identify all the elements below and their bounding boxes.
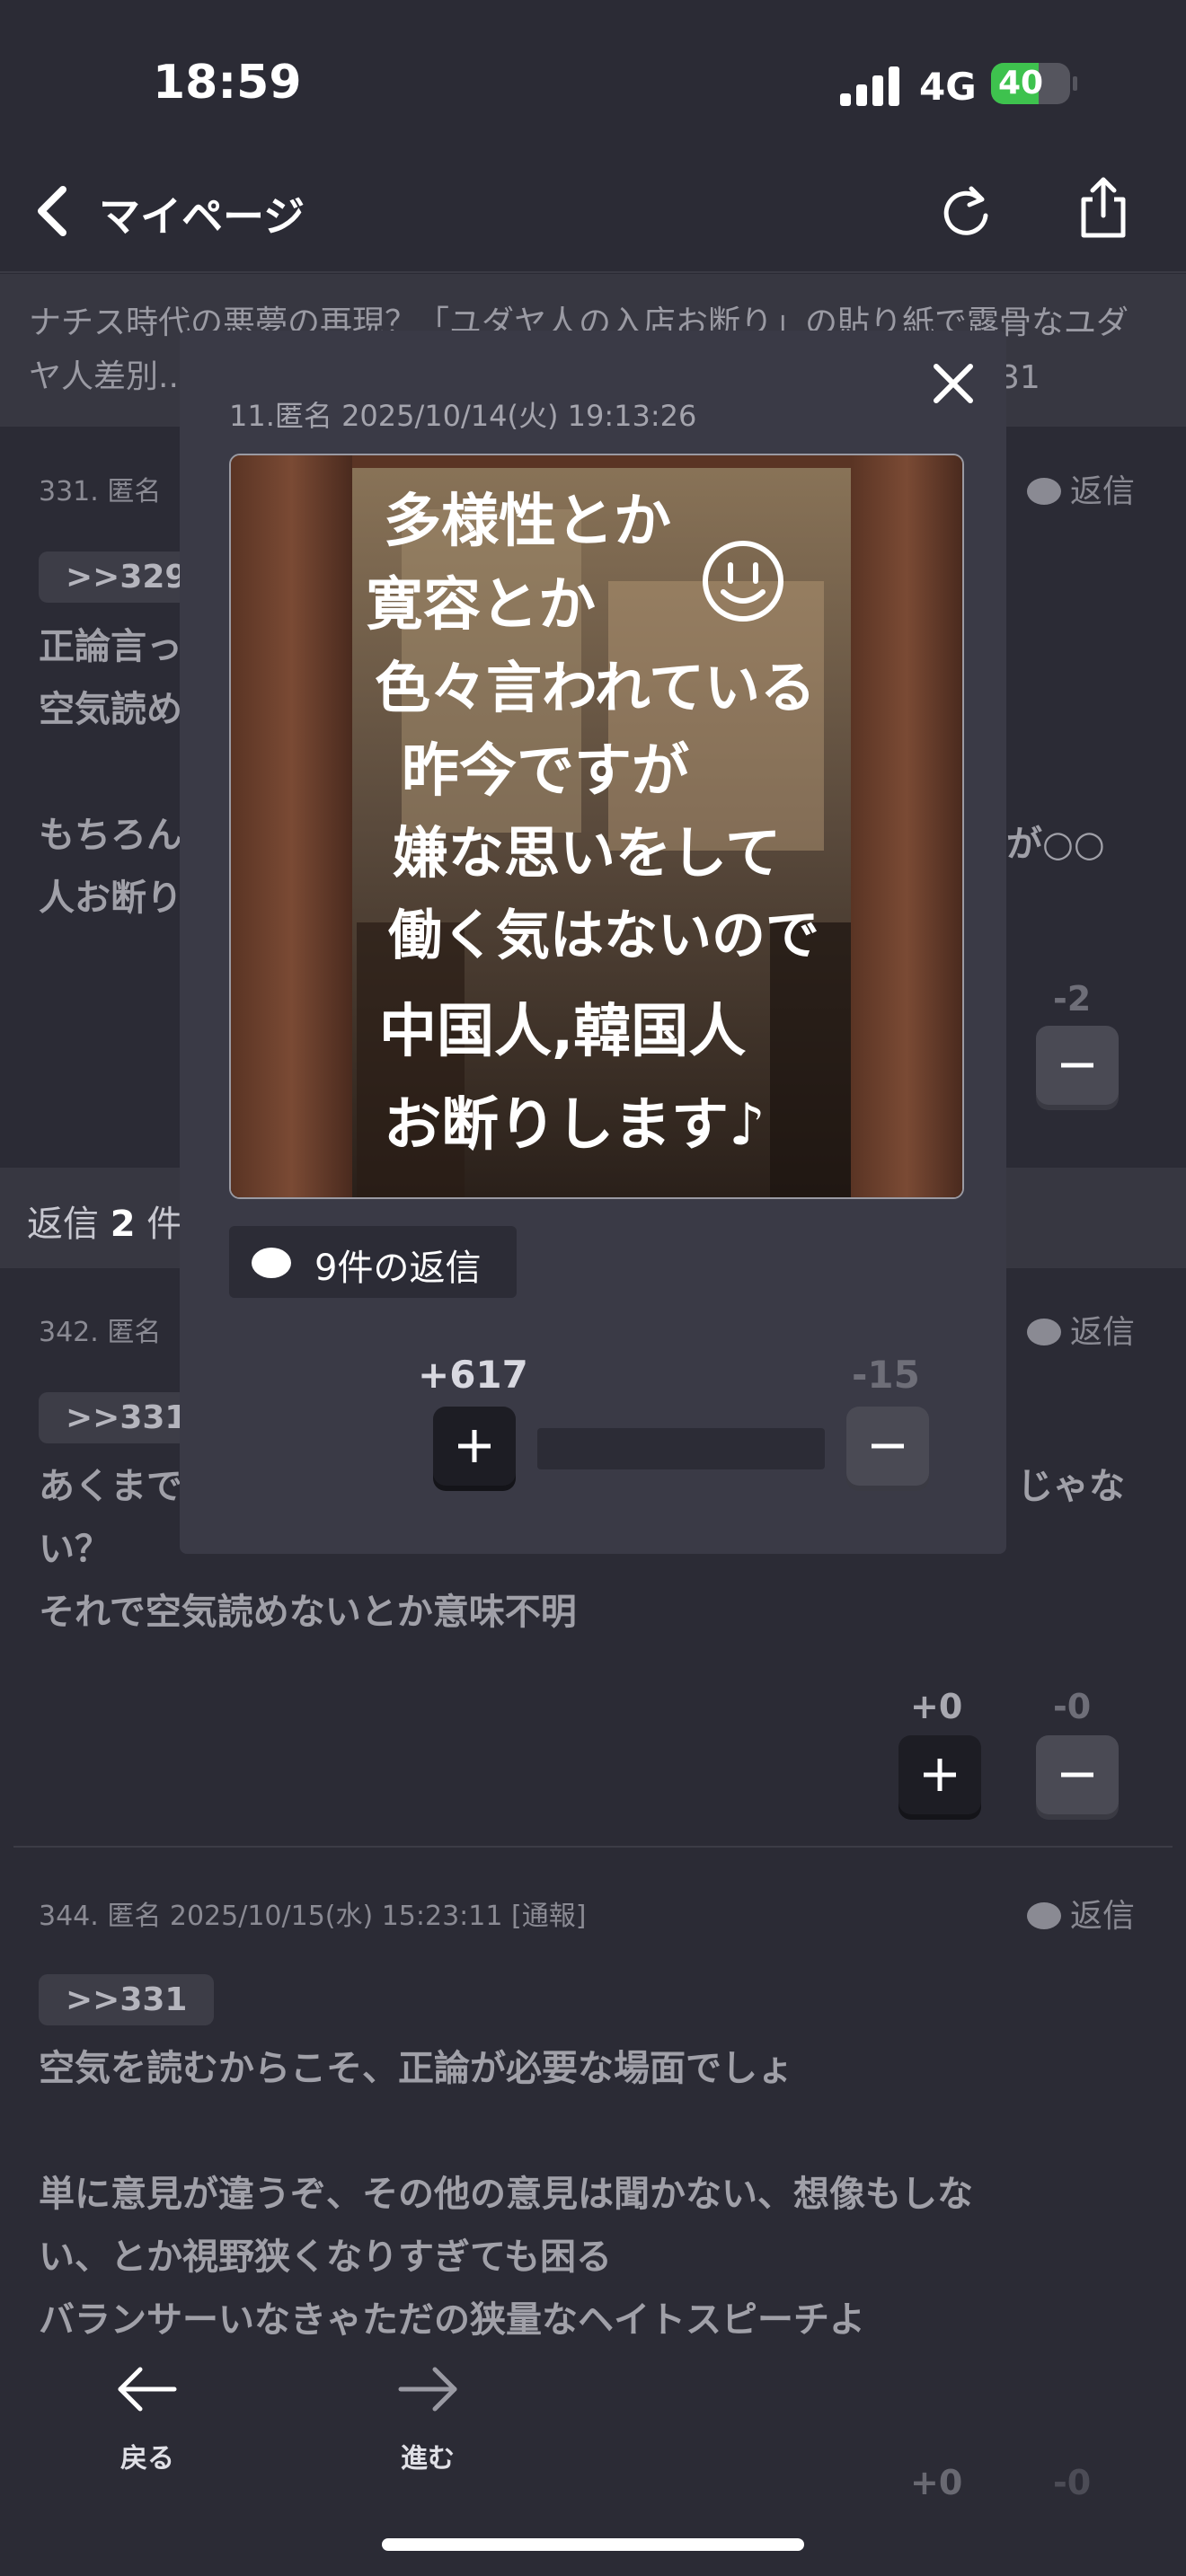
header-divider xyxy=(0,271,1186,273)
plus-vote-button[interactable] xyxy=(898,1735,981,1814)
modal-comment-meta: 11.匿名 2025/10/14(火) 19:13:26 xyxy=(229,399,697,433)
minus-score: -0 xyxy=(1053,2463,1092,2502)
sign-line: お断りします♪ xyxy=(384,1092,766,1159)
minus-vote-button[interactable] xyxy=(846,1407,929,1486)
comment-icon xyxy=(252,1248,291,1278)
minus-icon xyxy=(872,1443,904,1449)
attached-photo[interactable]: 多様性とか 寛容とか 色々言われている 昨今ですが 嫌な思いをして 働く気はない… xyxy=(229,454,964,1199)
back-arrow-icon[interactable] xyxy=(115,2364,178,2414)
page-title[interactable]: マイページ xyxy=(99,184,305,243)
minus-icon xyxy=(1061,1063,1093,1068)
replies-count: 2 xyxy=(110,1204,136,1245)
post-meta: 342. 匿名 xyxy=(39,1317,162,1348)
sign-line: 昨今ですが xyxy=(402,738,689,805)
reply-button[interactable]: 返信 xyxy=(1027,1890,1135,1936)
anchor-link[interactable]: >>331 xyxy=(39,1974,215,2025)
reply-button[interactable]: 返信 xyxy=(1027,465,1135,512)
replies-label[interactable]: 返信 2 件 xyxy=(27,1195,182,1247)
back-chevron-icon[interactable] xyxy=(34,184,70,238)
vote-ratio-bar xyxy=(537,1428,825,1469)
comment-icon xyxy=(1027,1902,1061,1929)
post-line: が○○ xyxy=(1006,824,1105,865)
forward-label[interactable]: 進む xyxy=(401,2436,455,2475)
post-meta: 331. 匿名 xyxy=(39,476,162,507)
sign-line: 嫌な思いをして xyxy=(393,820,782,886)
battery-level: 40 xyxy=(998,65,1044,101)
forward-arrow-icon[interactable] xyxy=(397,2364,460,2414)
comment-icon xyxy=(1027,1319,1061,1345)
minus-icon xyxy=(1061,1772,1093,1778)
sign-line: 多様性とか xyxy=(384,489,671,555)
plus-vote-button[interactable] xyxy=(433,1407,516,1486)
back-label[interactable]: 戻る xyxy=(120,2436,174,2475)
sign-line: 中国人,韓国人 xyxy=(379,999,747,1065)
plus-score: +0 xyxy=(910,2463,963,2502)
post-line: じゃな xyxy=(1017,1466,1125,1507)
post-meta: 344. 匿名 2025/10/15(水) 15:23:11 [通報] xyxy=(39,1901,587,1932)
status-time: 18:59 xyxy=(153,56,302,110)
view-replies-button[interactable]: 9件の返信 xyxy=(229,1226,517,1298)
reply-button[interactable]: 返信 xyxy=(1027,1306,1135,1353)
minus-score: -15 xyxy=(852,1353,920,1397)
reload-icon[interactable] xyxy=(939,180,993,239)
minus-vote-button[interactable] xyxy=(1036,1026,1119,1105)
plus-icon xyxy=(924,1759,956,1791)
handwritten-sign-text: 多様性とか 寛容とか 色々言われている 昨今ですが 嫌な思いをして 働く気はない… xyxy=(231,455,962,1197)
plus-icon xyxy=(458,1430,491,1462)
post-line: それで空気読めないとか意味不明 xyxy=(39,1592,577,1633)
post-line: 空気を読むからこそ、正論が必要な場面でしょ xyxy=(39,2048,793,2089)
home-indicator xyxy=(382,2538,804,2551)
post-divider xyxy=(13,1846,1173,1848)
post-line: い、とか視野狭くなりすぎても困る xyxy=(39,2236,612,2278)
minus-score: -0 xyxy=(1053,1687,1092,1726)
post-line: 単に意見が違うぞ、その他の意見は聞かない、想像もしな xyxy=(39,2174,973,2215)
post-line: バランサーいなきゃただの狭量なヘイトスピーチよ xyxy=(39,2299,865,2341)
sign-line: 寛容とか xyxy=(366,572,596,639)
battery-icon: 40 xyxy=(991,63,1077,104)
comment-icon xyxy=(1027,478,1061,505)
plus-score: +0 xyxy=(910,1687,963,1726)
share-icon[interactable] xyxy=(1076,176,1130,241)
minus-score: -2 xyxy=(1053,979,1092,1019)
sign-line: 色々言われている xyxy=(375,655,817,720)
replies-prefix: 返信 xyxy=(27,1204,111,1245)
close-icon[interactable] xyxy=(929,359,978,408)
network-type: 4G xyxy=(919,65,977,109)
view-replies-label: 9件の返信 xyxy=(314,1248,482,1289)
plus-score: +617 xyxy=(418,1353,528,1397)
post-body: 空気を読むからこそ、正論が必要な場面でしょ 単に意見が違うぞ、その他の意見は聞か… xyxy=(39,2037,1135,2347)
signal-icon xyxy=(840,65,903,106)
replies-suffix: 件 xyxy=(135,1204,183,1245)
minus-vote-button[interactable] xyxy=(1036,1735,1119,1814)
sign-line: 働く気はないので xyxy=(388,904,819,967)
